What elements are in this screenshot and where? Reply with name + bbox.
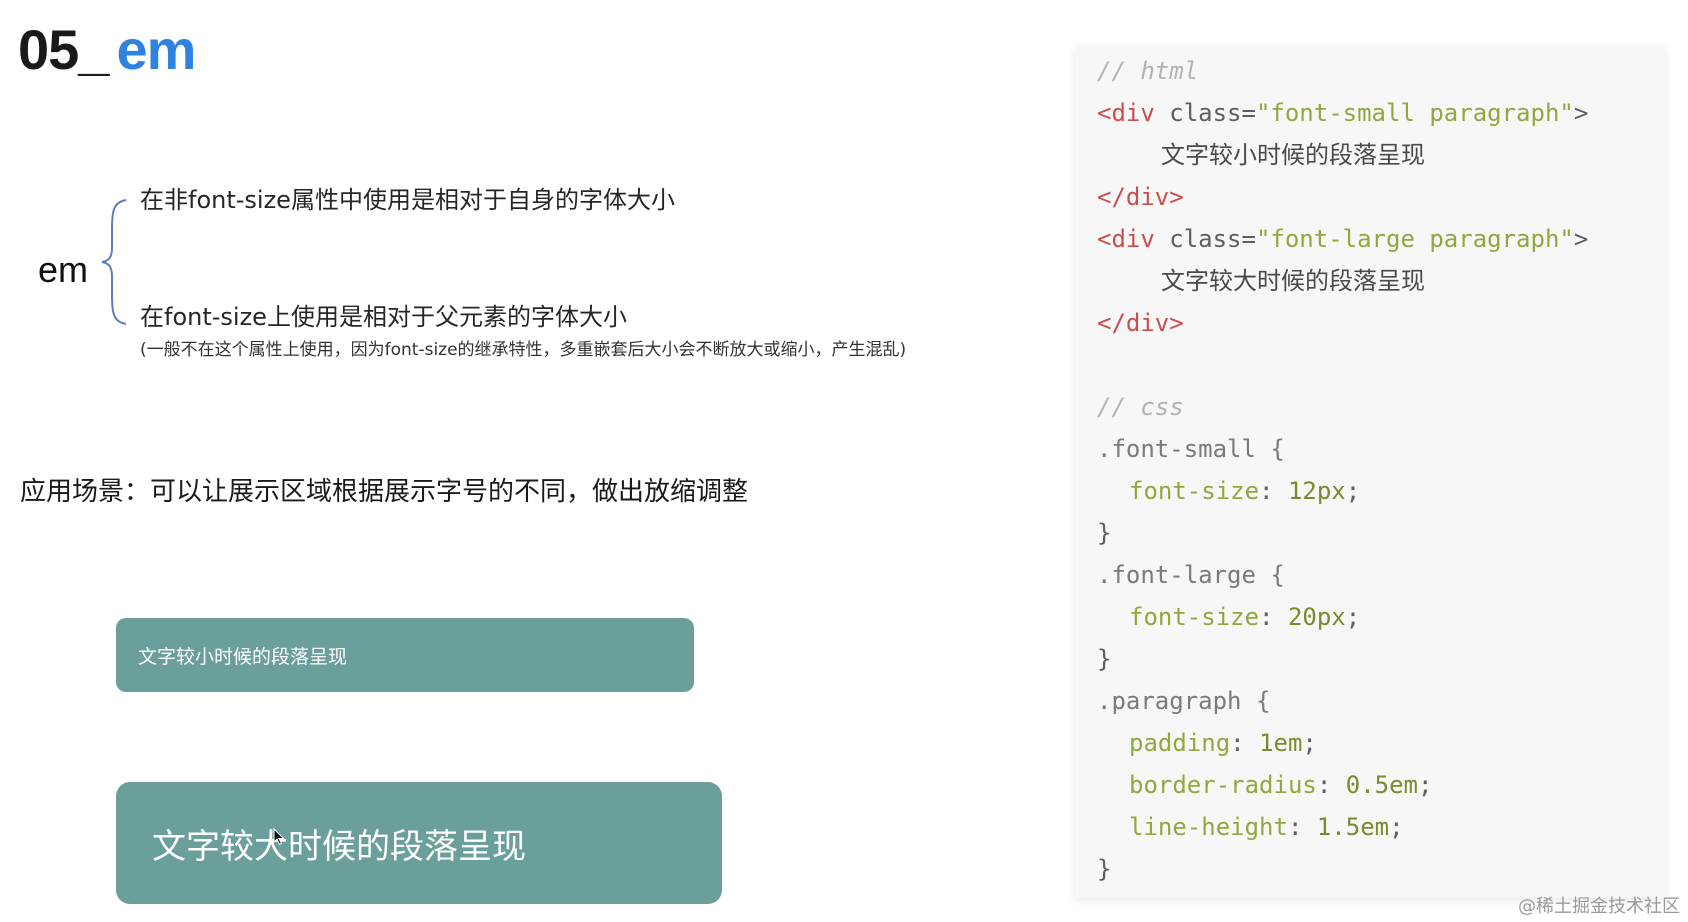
code-decl-padding: padding: 1em;	[1129, 729, 1317, 757]
code-line-small-text: 文字较小时候的段落呈现	[1161, 141, 1425, 169]
em-term-label: em	[38, 249, 89, 290]
code-html-comment: // html	[1097, 57, 1199, 85]
code-line-large-text: 文字较大时候的段落呈现	[1161, 267, 1425, 295]
title-separator: _	[78, 18, 109, 81]
code-decl-border-radius: border-radius: 0.5em;	[1129, 771, 1433, 799]
code-close-brace-2: }	[1097, 645, 1112, 673]
demo-small-text: 文字较小时候的段落呈现	[138, 645, 348, 668]
code-line-div-close-2: </div>	[1097, 309, 1184, 337]
definition-font-size: 在font-size上使用是相对于父元素的字体大小	[140, 303, 627, 331]
code-selector-paragraph: .paragraph {	[1097, 687, 1271, 715]
slide-title: 05_ em	[18, 18, 196, 82]
slide-number: 05	[18, 18, 79, 81]
code-decl-line-height: line-height: 1.5em;	[1129, 813, 1404, 841]
demo-paragraph-small: 文字较小时候的段落呈现	[116, 618, 694, 692]
definition-non-font-size: 在非font-size属性中使用是相对于自身的字体大小	[140, 186, 675, 214]
code-selector-font-small: .font-small {	[1097, 435, 1285, 463]
curly-brace-icon	[101, 199, 127, 325]
code-line-div-close-1: </div>	[1097, 183, 1184, 211]
definition-note: (一般不在这个属性上使用，因为font-size的继承特性，多重嵌套后大小会不断…	[140, 340, 907, 360]
demo-paragraph-large: 文字较大时候的段落呈现	[116, 782, 722, 904]
demo-large-text: 文字较大时候的段落呈现	[152, 826, 526, 867]
watermark: @稀土掘金技术社区	[1518, 896, 1680, 917]
code-close-brace-1: }	[1097, 519, 1112, 547]
code-panel: // html <div class="font-small paragraph…	[1075, 46, 1665, 898]
code-line-div-large-open: <div class="font-large paragraph">	[1097, 225, 1589, 253]
code-decl-small-font-size: font-size: 12px;	[1129, 477, 1361, 505]
mouse-cursor-icon	[273, 828, 285, 846]
slide-topic: em	[116, 18, 196, 81]
code-decl-large-font-size: font-size: 20px;	[1129, 603, 1361, 631]
usage-scenario: 应用场景：可以让展示区域根据展示字号的不同，做出放缩调整	[20, 477, 749, 507]
code-css-comment: // css	[1097, 393, 1184, 421]
code-selector-font-large: .font-large {	[1097, 561, 1285, 589]
code-line-div-small-open: <div class="font-small paragraph">	[1097, 99, 1589, 127]
code-close-brace-3: }	[1097, 855, 1112, 883]
